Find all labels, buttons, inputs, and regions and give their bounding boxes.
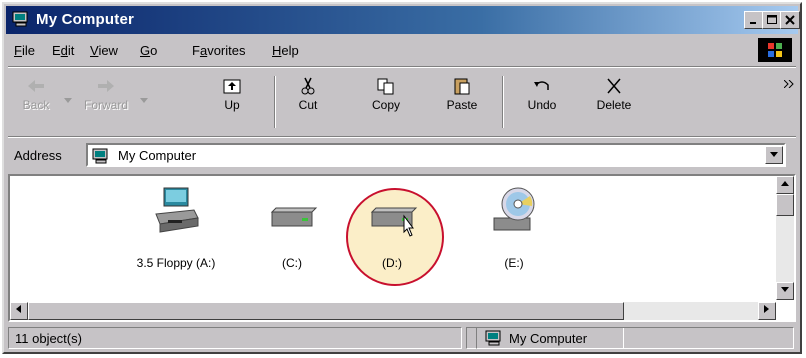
copy-icon	[377, 78, 394, 95]
menu-favorites[interactable]: Favorites	[192, 43, 245, 58]
back-label: Back	[22, 98, 50, 112]
object-count: 11 object(s)	[15, 331, 82, 346]
window-title: My Computer	[36, 11, 135, 28]
address-bar: Address My Computer	[6, 140, 798, 170]
toolbar-separator	[502, 76, 504, 128]
close-icon	[785, 15, 795, 25]
status-pane-count: 11 object(s)	[8, 327, 462, 349]
toolbar-overflow-icon[interactable]	[784, 80, 794, 88]
menu-edit[interactable]: Edit	[52, 43, 74, 58]
copy-button[interactable]: Copy	[356, 76, 416, 112]
cut-button[interactable]: Cut	[278, 76, 338, 112]
back-arrow-icon	[28, 80, 44, 92]
undo-label: Undo	[527, 98, 557, 112]
drive-e[interactable]: (E:)	[454, 184, 574, 270]
drive-e-label: (E:)	[504, 256, 524, 270]
floppy-drive-icon	[155, 187, 199, 233]
chevron-up-icon	[781, 181, 789, 186]
up-folder-icon	[223, 79, 241, 94]
menu-help[interactable]: Help	[272, 43, 299, 58]
scroll-up-button[interactable]	[776, 176, 794, 194]
forward-label: Forward	[83, 98, 128, 112]
chevron-down-icon	[770, 152, 778, 157]
chevron-left-icon	[16, 305, 21, 313]
drive-d-label: (D:)	[382, 256, 402, 270]
chevron-down-icon	[781, 287, 789, 292]
menu-separator	[8, 66, 796, 68]
toolbar-separator	[274, 76, 276, 128]
menu-go[interactable]: Go	[140, 43, 157, 58]
mouse-cursor-icon	[403, 214, 414, 237]
paste-label: Paste	[446, 98, 478, 112]
drive-a[interactable]: 3.5 Floppy (A:)	[116, 184, 236, 270]
chevron-down-icon[interactable]	[140, 98, 148, 104]
cd-drive-icon	[493, 187, 535, 231]
drive-d[interactable]: (D:)	[332, 184, 452, 270]
undo-icon	[534, 81, 549, 90]
delete-label: Delete	[596, 98, 632, 112]
status-pane-location: My Computer	[476, 327, 794, 349]
back-button[interactable]: Back	[6, 76, 66, 112]
address-input[interactable]: My Computer	[86, 143, 786, 167]
horizontal-scroll-thumb[interactable]	[28, 302, 624, 320]
maximize-icon	[767, 15, 777, 24]
scroll-right-button[interactable]	[758, 302, 776, 320]
menu-view[interactable]: View	[90, 43, 118, 58]
forward-button[interactable]: Forward	[76, 76, 136, 112]
undo-button[interactable]: Undo	[512, 76, 572, 112]
address-label: Address	[14, 148, 62, 163]
maximize-button[interactable]	[762, 11, 782, 29]
copy-label: Copy	[371, 98, 400, 112]
delete-button[interactable]: Delete	[584, 76, 644, 112]
close-button[interactable]	[780, 11, 800, 29]
drive-a-label: 3.5 Floppy (A:)	[136, 256, 216, 270]
file-view: 3.5 Floppy (A:) (C:) (D:) (E:)	[8, 174, 796, 322]
paste-icon	[454, 78, 470, 95]
my-computer-icon	[12, 11, 28, 27]
horizontal-scrollbar[interactable]	[10, 302, 776, 320]
chevron-right-icon	[764, 305, 769, 313]
cut-label: Cut	[298, 98, 318, 112]
up-button[interactable]: Up	[202, 76, 262, 112]
my-computer-icon	[485, 330, 501, 346]
windows-flag-icon	[768, 43, 782, 57]
toolbar-separator-line	[8, 136, 796, 138]
address-value: My Computer	[118, 148, 197, 163]
menu-file[interactable]: File	[14, 43, 35, 58]
minimize-icon	[750, 22, 756, 24]
title-bar[interactable]: My Computer	[6, 6, 800, 34]
vertical-scroll-thumb[interactable]	[776, 194, 794, 216]
explorer-window: My Computer File Edit View Go Favorites …	[2, 2, 802, 354]
forward-arrow-icon	[98, 80, 114, 92]
status-bar: 11 object(s) My Computer	[6, 326, 798, 350]
minimize-button[interactable]	[744, 11, 764, 29]
hard-drive-icon	[270, 207, 318, 227]
address-dropdown-button[interactable]	[765, 146, 783, 164]
scroll-down-button[interactable]	[776, 282, 794, 300]
toolbar: Back Forward Up Cut Copy Paste Undo Dele…	[6, 70, 798, 136]
windows-logo	[758, 38, 792, 62]
scissors-icon	[301, 77, 315, 95]
status-location: My Computer	[509, 331, 588, 346]
chevron-down-icon[interactable]	[64, 98, 72, 104]
my-computer-icon	[92, 148, 108, 164]
menu-bar: File Edit View Go Favorites Help	[6, 38, 798, 62]
vertical-scrollbar[interactable]	[776, 176, 794, 300]
paste-button[interactable]: Paste	[432, 76, 492, 112]
up-label: Up	[224, 98, 240, 112]
scroll-left-button[interactable]	[10, 302, 28, 320]
delete-x-icon	[607, 78, 621, 94]
